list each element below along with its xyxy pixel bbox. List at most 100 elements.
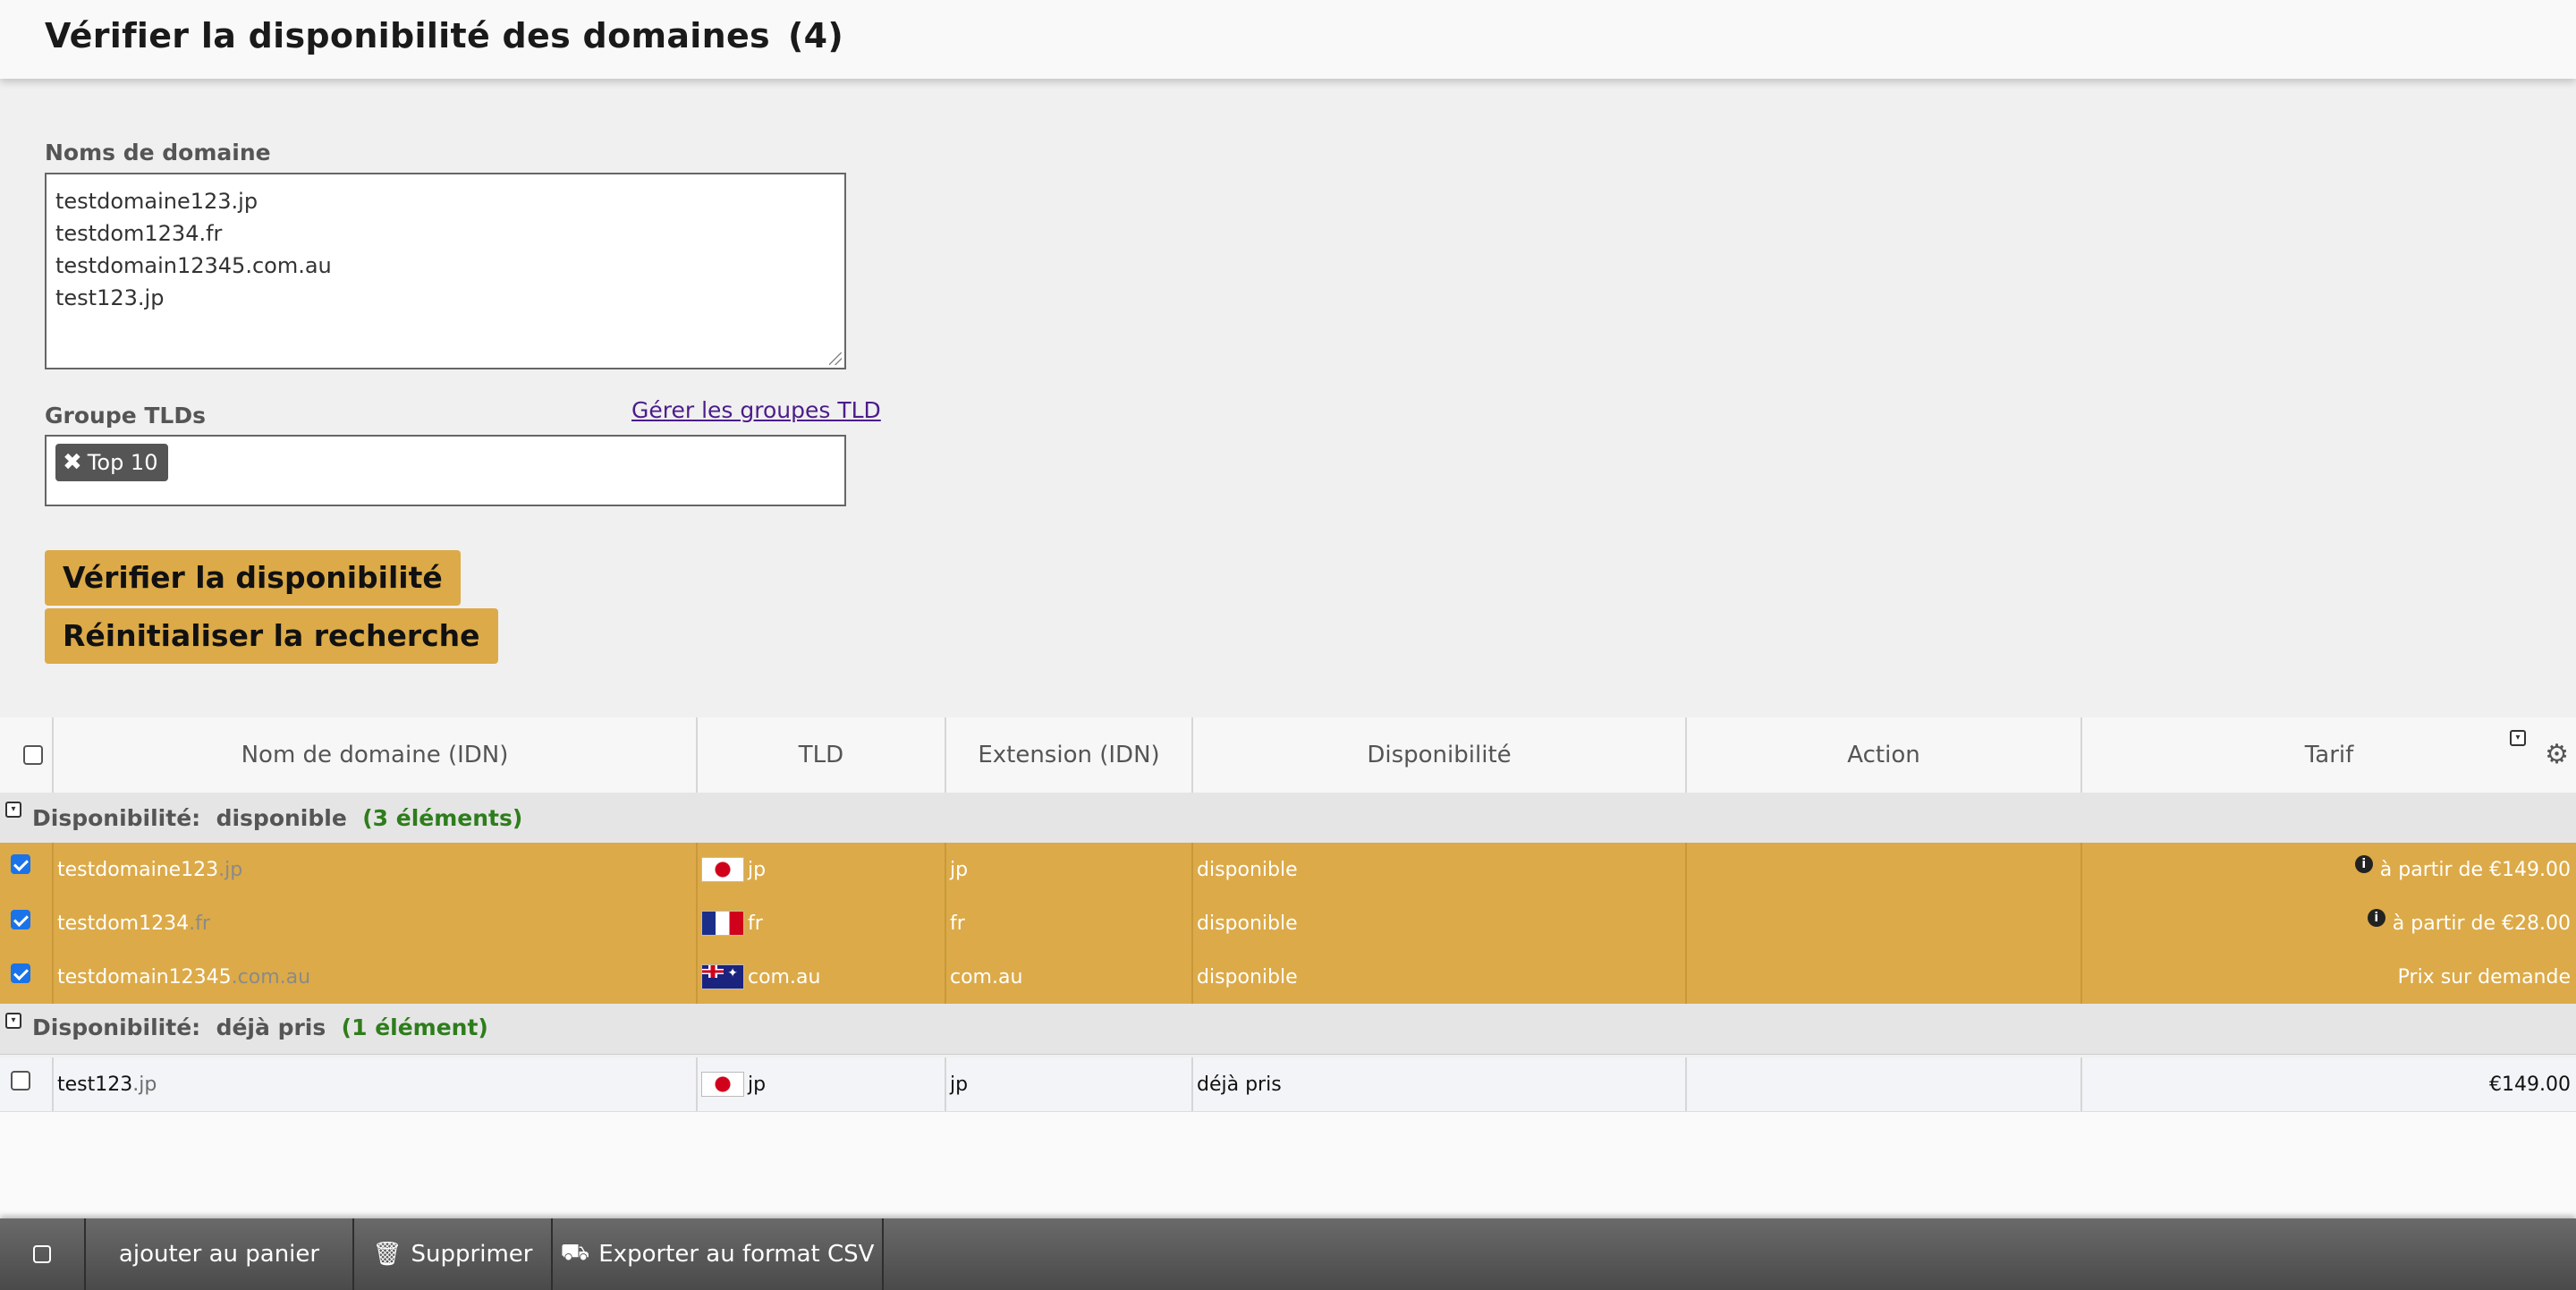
check-availability-button[interactable]: Vérifier la disponibilité bbox=[45, 550, 461, 606]
group-label-value: disponible bbox=[216, 805, 347, 831]
bulk-action-bar: ajouter au panier 🗑 Supprimer ⛟ Exporter a… bbox=[0, 1218, 2576, 1290]
domain-name: test123 bbox=[57, 1073, 133, 1096]
col-domain-name[interactable]: Nom de domaine (IDN) bbox=[54, 717, 698, 793]
col-tld[interactable]: TLD bbox=[698, 717, 946, 793]
info-icon[interactable]: i bbox=[2367, 909, 2385, 927]
domain-cell: testdomaine123 .jp bbox=[54, 843, 698, 896]
domain-name: testdomain12345 bbox=[57, 965, 232, 989]
col-price[interactable]: Tarif bbox=[2082, 717, 2576, 793]
truck-icon: ⛟ bbox=[560, 1239, 590, 1266]
domain-cell: testdomain12345 .com.au bbox=[54, 950, 698, 1004]
tld-value: fr bbox=[748, 912, 763, 935]
domain-cell: testdom1234 .fr bbox=[54, 896, 698, 950]
table-row[interactable]: test123 .jp jp jp déjà pris €149.00 bbox=[0, 1057, 2576, 1112]
collapse-icon[interactable]: ▾ bbox=[5, 802, 21, 818]
price-cell: i à partir de €28.00 bbox=[2082, 896, 2576, 950]
tld-cell: com.au bbox=[698, 950, 946, 1004]
group-label-key: Disponibilité: bbox=[32, 805, 201, 831]
collapse-icon[interactable]: ▾ bbox=[5, 1013, 21, 1029]
group-count: (1 élément) bbox=[341, 1014, 488, 1040]
price-cell: i à partir de €149.00 bbox=[2082, 843, 2576, 896]
group-label: Disponibilité: déjà pris (1 élément) bbox=[32, 1014, 488, 1040]
price-cell: Prix sur demande bbox=[2397, 965, 2571, 989]
page-title-text: Vérifier la disponibilité des domaines bbox=[45, 16, 770, 55]
price-value: à partir de €28.00 bbox=[2392, 912, 2571, 935]
domains-textarea[interactable]: testdomaine123.jp testdom1234.fr testdom… bbox=[45, 173, 846, 369]
action-cell bbox=[1687, 1057, 2082, 1111]
domain-suffix: .fr bbox=[189, 912, 210, 935]
domain-line: testdom1234.fr bbox=[55, 221, 223, 246]
table-row[interactable]: testdomaine123 .jp jp jp disponible i à pa… bbox=[0, 843, 2576, 897]
col-extension[interactable]: Extension (IDN) bbox=[946, 717, 1193, 793]
action-cell bbox=[1687, 896, 2082, 950]
export-csv-button[interactable]: ⛟ Exporter au format CSV bbox=[553, 1218, 884, 1290]
tld-value: jp bbox=[748, 1073, 767, 1096]
australia-flag-icon bbox=[701, 964, 744, 989]
select-all-cell bbox=[0, 717, 54, 793]
group-count: (3 éléments) bbox=[362, 805, 523, 831]
select-all-checkbox[interactable] bbox=[23, 745, 43, 765]
japan-flag-icon bbox=[701, 1072, 744, 1097]
row-checkbox[interactable] bbox=[11, 854, 30, 874]
row-select-cell bbox=[0, 843, 54, 896]
collapse-all-icon[interactable]: ▾ bbox=[2510, 730, 2526, 746]
domain-suffix: .jp bbox=[218, 858, 243, 881]
domain-line: test123.jp bbox=[55, 285, 165, 310]
table-row[interactable]: testdom1234 .fr fr fr disponible i à parti… bbox=[0, 896, 2576, 951]
table-empty-area bbox=[0, 1112, 2576, 1218]
group-label-key: Disponibilité: bbox=[32, 1014, 201, 1040]
group-label: Disponibilité: disponible (3 éléments) bbox=[32, 805, 522, 831]
export-csv-label: Exporter au format CSV bbox=[598, 1241, 875, 1268]
domain-line: testdomaine123.jp bbox=[55, 189, 258, 214]
domain-suffix: .jp bbox=[132, 1073, 157, 1096]
trash-icon: 🗑 bbox=[372, 1241, 402, 1268]
extension-cell: jp bbox=[946, 1057, 1193, 1111]
select-toggle-checkbox[interactable] bbox=[33, 1245, 51, 1263]
resize-handle-icon[interactable] bbox=[829, 352, 842, 365]
manage-tld-groups-link[interactable]: Gérer les groupes TLD bbox=[631, 397, 881, 423]
price-value: à partir de €149.00 bbox=[2379, 858, 2571, 881]
footer-select-toggle[interactable] bbox=[0, 1218, 86, 1290]
row-checkbox[interactable] bbox=[11, 1071, 30, 1091]
col-availability[interactable]: Disponibilité bbox=[1193, 717, 1687, 793]
tld-tag: ✖ Top 10 bbox=[55, 444, 169, 481]
row-checkbox[interactable] bbox=[11, 910, 30, 929]
close-icon[interactable]: ✖ bbox=[63, 444, 82, 481]
domains-label: Noms de domaine bbox=[45, 140, 271, 165]
price-cell: €149.00 bbox=[2489, 1073, 2571, 1096]
domain-name: testdom1234 bbox=[57, 912, 190, 935]
extension-cell: com.au bbox=[946, 950, 1193, 1004]
group-row-taken[interactable]: ▾ Disponibilité: déjà pris (1 élément) bbox=[0, 1004, 2576, 1055]
info-icon[interactable]: i bbox=[2354, 855, 2373, 873]
tld-group-select[interactable]: ✖ Top 10 bbox=[45, 435, 846, 506]
delete-button[interactable]: 🗑 Supprimer bbox=[354, 1218, 553, 1290]
add-to-cart-label: ajouter au panier bbox=[118, 1241, 320, 1268]
tld-value: com.au bbox=[748, 965, 821, 989]
gear-icon[interactable]: ⚙ bbox=[2545, 739, 2569, 770]
tld-group-label: Groupe TLDs bbox=[45, 403, 206, 429]
page-header: Vérifier la disponibilité des domaines (4… bbox=[0, 0, 2576, 79]
table-row[interactable]: testdomain12345.com.au com.au com.au dis… bbox=[0, 950, 2576, 1005]
france-flag-icon bbox=[701, 911, 744, 936]
availability-cell: déjà pris bbox=[1193, 1057, 1687, 1111]
group-label-value: déjà pris bbox=[216, 1014, 326, 1040]
table-header: Nom de domaine (IDN) TLD Extension (IDN)… bbox=[0, 717, 2576, 794]
group-row-available[interactable]: ▾ Disponibilité: disponible (3 éléments) bbox=[0, 793, 2576, 844]
row-select-cell bbox=[0, 950, 54, 1004]
availability-cell: disponible bbox=[1193, 896, 1687, 950]
japan-flag-icon bbox=[701, 857, 744, 882]
domain-line: testdomain12345.com.au bbox=[55, 253, 332, 278]
reset-search-button[interactable]: Réinitialiser la recherche bbox=[45, 608, 498, 664]
tld-cell: jp bbox=[698, 1057, 946, 1111]
row-select-cell bbox=[0, 896, 54, 950]
add-to-cart-button[interactable]: ajouter au panier bbox=[86, 1218, 354, 1290]
row-checkbox[interactable] bbox=[11, 963, 30, 983]
page-title: Vérifier la disponibilité des domaines (4… bbox=[45, 16, 843, 55]
availability-cell: disponible bbox=[1193, 950, 1687, 1004]
delete-label: Supprimer bbox=[411, 1241, 533, 1268]
col-action[interactable]: Action bbox=[1687, 717, 2082, 793]
availability-cell: disponible bbox=[1193, 843, 1687, 896]
action-cell bbox=[1687, 950, 2082, 1004]
action-cell bbox=[1687, 843, 2082, 896]
domain-cell: test123 .jp bbox=[54, 1057, 698, 1111]
